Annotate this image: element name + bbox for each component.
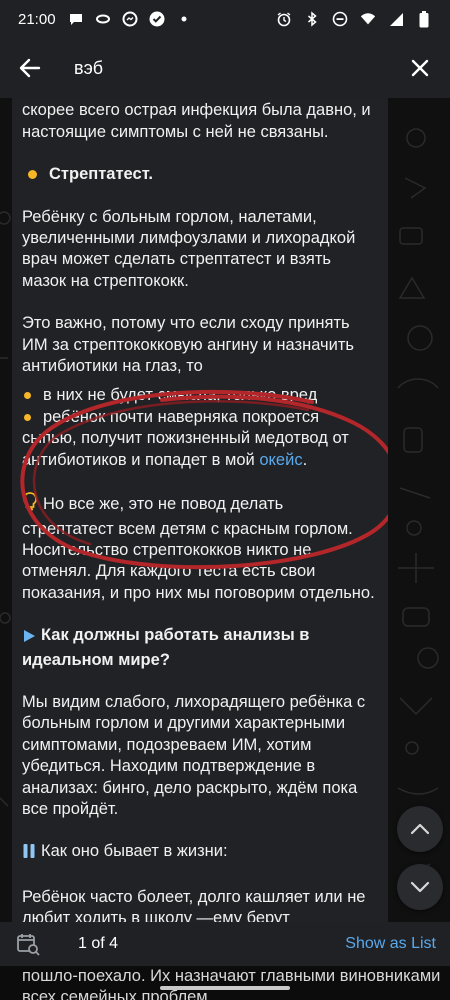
calendar-search-icon bbox=[17, 934, 40, 956]
home-indicator[interactable] bbox=[160, 986, 290, 990]
arrow-left-icon bbox=[19, 58, 41, 78]
chevron-down-icon bbox=[410, 881, 430, 893]
dot-icon bbox=[176, 11, 192, 27]
messenger-icon bbox=[122, 11, 138, 27]
heading-ideal: Как должны работать анализы в идеальном … bbox=[22, 626, 310, 669]
search-results-bar: 1 of 4 Show as List bbox=[0, 922, 450, 966]
wifi-icon bbox=[360, 11, 376, 27]
okeis-link[interactable]: окейс bbox=[259, 451, 302, 469]
infinity-icon bbox=[95, 11, 111, 27]
lightbulb-icon bbox=[22, 492, 38, 518]
do-not-disturb-icon bbox=[332, 11, 348, 27]
heading-strep: Стрептатест. bbox=[22, 164, 378, 185]
play-triangle-icon bbox=[22, 628, 36, 649]
alarm-icon bbox=[276, 11, 292, 27]
search-header bbox=[0, 38, 450, 98]
bullet-item: в них не будет смысла, только вред bbox=[22, 385, 378, 406]
paragraph-strep: Ребёнку с больным горлом, налетами, увел… bbox=[22, 207, 356, 290]
check-circle-icon bbox=[149, 11, 165, 27]
signal-icon bbox=[388, 11, 404, 27]
bullet-item: ребёнок почти наверняка покроется сыпью,… bbox=[22, 407, 378, 471]
scroll-up-button[interactable] bbox=[397, 806, 443, 852]
search-input[interactable] bbox=[74, 57, 398, 79]
close-icon bbox=[411, 59, 429, 77]
chevron-up-icon bbox=[410, 823, 430, 835]
partially-hidden-text: пошло-поехало. Их назначают главными вин… bbox=[22, 967, 441, 1000]
search-by-date-button[interactable] bbox=[14, 930, 42, 958]
heading-life: Как оно бывает в жизни: bbox=[22, 841, 378, 865]
bullet-2-text: ребёнок почти наверняка покроется сыпью,… bbox=[22, 407, 349, 469]
message-paragraph: Если нашлись ядерные anti-EBNA IgG, скор… bbox=[22, 98, 378, 143]
show-as-list-button[interactable]: Show as List bbox=[345, 935, 436, 953]
paragraph-life: Ребёнок часто болеет, долго кашляет или … bbox=[22, 887, 366, 922]
yellow-circle-icon bbox=[28, 170, 37, 180]
close-search-button[interactable] bbox=[406, 54, 434, 82]
bullet-dot-icon bbox=[24, 392, 31, 400]
paragraph-however: Но все же, это не повод делать стрептате… bbox=[22, 492, 378, 604]
back-button[interactable] bbox=[16, 54, 44, 82]
chat-area: Если нашлись ядерные anti-EBNA IgG, скор… bbox=[0, 98, 450, 922]
results-count: 1 of 4 bbox=[78, 935, 119, 952]
message-text: Если нашлись ядерные anti-EBNA IgG, скор… bbox=[22, 98, 378, 922]
battery-icon bbox=[416, 10, 432, 27]
paragraph-important: Это важно, потому что если сходу принять… bbox=[22, 314, 354, 376]
scroll-down-button[interactable] bbox=[397, 864, 443, 910]
chat-bubble-icon bbox=[68, 11, 84, 27]
message-bubble: Если нашлись ядерные anti-EBNA IgG, скор… bbox=[12, 98, 388, 922]
status-bar: 21:00 bbox=[0, 0, 450, 38]
pause-icon bbox=[22, 843, 36, 865]
status-time: 21:00 bbox=[18, 10, 56, 28]
bluetooth-icon bbox=[304, 11, 320, 27]
paragraph-ideal: Мы видим слабого, лихорадящего ребёнка с… bbox=[22, 692, 366, 818]
